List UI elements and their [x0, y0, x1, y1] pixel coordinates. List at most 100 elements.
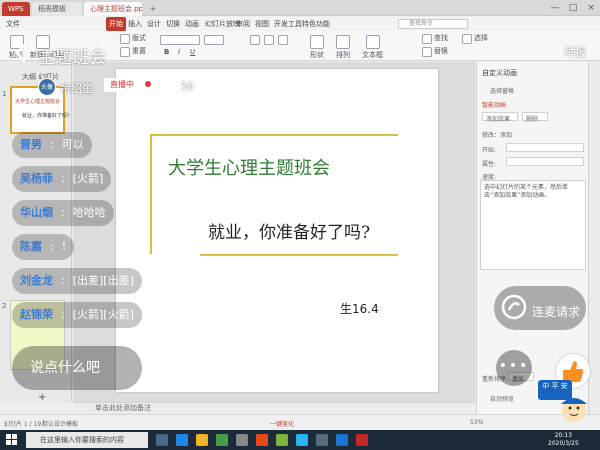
taskpane-header: 自定义动画 — [482, 69, 517, 77]
host-avatar[interactable]: 头像 — [38, 78, 56, 96]
property-select[interactable] — [506, 157, 584, 166]
tab-template[interactable]: 稻壳模板 — [32, 2, 82, 16]
align-center-icon[interactable] — [264, 35, 274, 45]
zoom-level[interactable]: 53% — [470, 419, 483, 426]
select-icon[interactable] — [462, 34, 472, 44]
wps-icon[interactable] — [256, 434, 268, 446]
shapes-icon[interactable] — [310, 35, 324, 49]
menu-animations[interactable]: 动画 — [185, 17, 199, 31]
replace-icon[interactable] — [422, 47, 432, 57]
chat-username[interactable]: 吴杨菲 — [20, 172, 53, 185]
file-explorer-icon[interactable] — [196, 434, 208, 446]
menu-slideshow[interactable]: 幻灯片放映 — [205, 17, 240, 31]
chat-separator: : — [50, 240, 54, 253]
close-button[interactable]: × — [584, 2, 598, 14]
italic-icon[interactable]: I — [178, 48, 180, 57]
font-family-select[interactable] — [160, 35, 200, 45]
textbox-icon[interactable] — [366, 35, 380, 49]
thumbnail-number: 1 — [2, 90, 7, 98]
thumbnail-title: 大学生心理主题班会 — [15, 99, 61, 105]
menu-developer[interactable]: 开发工具 — [274, 17, 302, 31]
chat-username[interactable]: 华山烟 — [20, 206, 53, 219]
app-icon[interactable] — [356, 434, 368, 446]
reset-icon[interactable] — [120, 47, 130, 57]
beautify-button[interactable]: 一键美化 — [270, 419, 294, 428]
add-effect-button[interactable]: 添加效果 — [482, 112, 518, 123]
app-icon[interactable] — [296, 434, 308, 446]
maximize-button[interactable]: □ — [566, 2, 580, 14]
slide-subtitle[interactable]: 就业，你准备好了吗? — [208, 218, 370, 243]
find-icon[interactable] — [422, 34, 432, 44]
chat-text: 可以 — [61, 138, 84, 151]
chat-separator: : — [61, 172, 65, 185]
tab-document[interactable]: 心理主题班会.ppt — [84, 2, 142, 16]
menu-file[interactable]: 文件 — [6, 17, 20, 31]
add-slide-button[interactable]: + — [38, 392, 46, 403]
command-search-input[interactable]: 查找命令 — [398, 19, 468, 29]
menu-design[interactable]: 设计 — [147, 17, 161, 31]
chat-message: 晋男: 可以 — [12, 132, 92, 158]
notes-placeholder: 单击此处添加备注 — [95, 404, 151, 412]
slide-decor-line — [150, 134, 398, 136]
taskbar-search-input[interactable]: 在这里输入你要搜索的内容 — [26, 432, 148, 448]
wechat-icon[interactable] — [216, 434, 228, 446]
edge-browser-icon[interactable] — [176, 434, 188, 446]
live-indicator-dot — [145, 81, 151, 87]
app-icon[interactable] — [236, 434, 248, 446]
menu-features[interactable]: 特色功能 — [302, 17, 330, 31]
windows-start-icon[interactable] — [6, 434, 18, 446]
thumbnail-number: 2 — [2, 302, 7, 310]
minimize-button[interactable]: — — [548, 2, 562, 14]
chat-text: [火箭][火箭] — [72, 308, 134, 321]
animation-list[interactable]: 选中幻灯片的某个元素，然后单击“添加效果”添加动画。 — [480, 180, 586, 270]
side-toolbar — [588, 62, 600, 414]
app-icon[interactable] — [316, 434, 328, 446]
modify-label: 修改：添加 — [482, 132, 513, 139]
chat-username[interactable]: 刘金龙 — [20, 274, 53, 287]
back-arrow-icon[interactable] — [14, 42, 28, 64]
align-right-icon[interactable] — [278, 35, 288, 45]
arrange-icon[interactable] — [336, 35, 350, 49]
status-bar: 幻灯片 1 / 19 默认设计模板 一键美化 53% — [0, 414, 600, 430]
slide-title[interactable]: 大学生心理主题班会 — [168, 154, 330, 180]
menu-view[interactable]: 视图 — [255, 17, 269, 31]
system-clock[interactable]: 20:13 2020/3/25 — [548, 432, 579, 448]
theme-name: 默认设计模板 — [42, 421, 79, 428]
slide-class-label[interactable]: 生16.4 — [340, 300, 379, 317]
tab-wps-home[interactable]: WPS — [2, 2, 30, 16]
menu-transitions[interactable]: 切换 — [166, 17, 180, 31]
layout-icon[interactable] — [120, 34, 130, 44]
font-size-select[interactable] — [204, 35, 224, 45]
chat-message: 华山烟: 哈哈哈 — [12, 200, 114, 226]
chat-username[interactable]: 晋男 — [20, 138, 42, 151]
report-button[interactable]: 举报 — [564, 44, 586, 60]
new-tab-button[interactable]: + — [146, 2, 160, 16]
chat-username[interactable]: 陈嘉 — [20, 240, 42, 253]
arrange-label: 排列 — [336, 51, 350, 59]
align-left-icon[interactable] — [250, 35, 260, 45]
notes-bar[interactable]: 单击此处添加备注 — [73, 402, 475, 414]
task-view-icon[interactable] — [156, 434, 168, 446]
chat-username[interactable]: 赵锦荣 — [20, 308, 53, 321]
more-options-button[interactable]: ••• — [496, 350, 532, 386]
menu-insert[interactable]: 插入 — [128, 17, 142, 31]
chat-input[interactable]: 说点什么吧 — [12, 346, 142, 390]
menu-review[interactable]: 审阅 — [236, 17, 250, 31]
app-icon[interactable] — [336, 434, 348, 446]
auto-preview-checkbox[interactable]: 自动预览 — [490, 394, 514, 403]
thumbnail-subtitle: 就业，你准备好了吗？ — [22, 113, 73, 119]
delete-button[interactable]: 删除 — [522, 112, 548, 123]
underline-icon[interactable]: U — [190, 48, 195, 57]
clock-date: 2020/3/25 — [548, 440, 579, 447]
slide-thumbnail-1[interactable]: 大学生心理主题班会 就业，你准备好了吗？ — [10, 86, 72, 134]
app-icon[interactable] — [276, 434, 288, 446]
bold-icon[interactable]: B — [164, 48, 169, 57]
start-select[interactable] — [506, 143, 584, 152]
live-status-badge: 直播中 — [104, 78, 140, 92]
smart-animation-label[interactable]: 智能动画 — [482, 100, 506, 109]
property-label: 属性: — [482, 161, 497, 168]
select-pane-link[interactable]: 选择窗格 — [490, 86, 514, 95]
layout-label: 版式 — [132, 34, 146, 42]
menu-home[interactable]: 开始 — [106, 17, 126, 31]
clock-time: 20:13 — [554, 432, 573, 439]
